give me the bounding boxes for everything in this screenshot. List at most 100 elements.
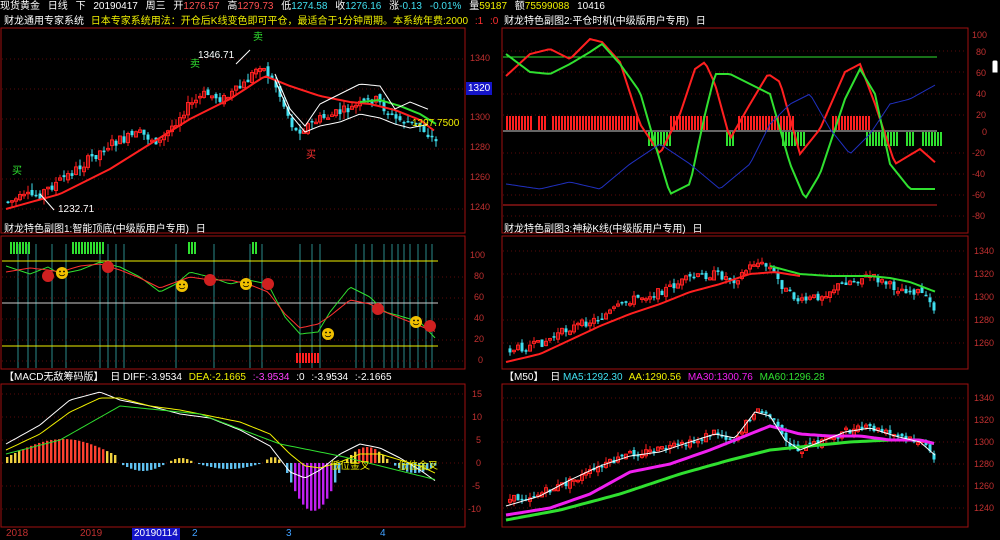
macd-histogram-bar xyxy=(258,463,261,465)
smile-eye xyxy=(417,319,419,322)
sub2-red-bar xyxy=(750,116,752,130)
sub1-green-bar xyxy=(19,242,21,254)
ma30-value: MA30:1300.76 xyxy=(687,372,753,383)
macd-histogram-bar xyxy=(82,441,85,463)
candle-body xyxy=(684,444,688,447)
macd-histogram-bar xyxy=(306,463,309,509)
macd-histogram-bar xyxy=(302,463,305,505)
macd-chart-svg[interactable] xyxy=(0,370,500,528)
ma-title-icon[interactable]: 日 xyxy=(550,372,560,383)
macd-histogram-bar xyxy=(210,463,213,467)
macd-histogram-bar xyxy=(254,463,257,466)
macd-histogram-bar xyxy=(322,463,325,505)
macd-histogram-bar xyxy=(206,463,209,467)
sub2-red-bar xyxy=(606,116,608,130)
ma-y-label: 1260 xyxy=(974,481,995,491)
sub3-title-row: 财龙特色副图3:神秘K线(中级版用户专用) 日 xyxy=(504,224,706,236)
macd-histogram-bar xyxy=(134,463,137,470)
macd-histogram-bar xyxy=(66,439,69,463)
sub1-green-bar xyxy=(194,242,196,254)
volume-value: 量59187 xyxy=(469,1,508,12)
sub2-y-label: 100 xyxy=(972,30,988,40)
sub1-title-icon[interactable]: 日 xyxy=(196,224,206,235)
sub1-chart-svg[interactable] xyxy=(0,222,500,370)
sub2-red-bar xyxy=(685,116,687,130)
sub2-red-bar xyxy=(512,116,514,130)
macd-histogram-bar xyxy=(102,449,105,463)
sub2-chart-svg[interactable] xyxy=(500,14,1000,234)
sub2-y-label: 80 xyxy=(976,47,987,57)
sub3-chart-svg[interactable] xyxy=(500,222,1000,370)
low-price-annotation: 1232.71 xyxy=(58,204,95,215)
sub3-y-label: 1280 xyxy=(974,315,995,325)
instrument-name[interactable]: 现货黄金 xyxy=(0,1,40,12)
sub2-green-bar xyxy=(791,132,793,146)
candle-body xyxy=(142,129,146,135)
candle-body xyxy=(884,281,888,285)
sub2-red-bar xyxy=(783,116,785,130)
macd-histogram-bar xyxy=(186,459,189,463)
sub3-mystery-kline-panel[interactable]: 财龙特色副图3:神秘K线(中级版用户专用) 日 1340 1320 1300 1… xyxy=(500,222,1000,370)
sub2-red-bar xyxy=(759,116,761,130)
main-title: 财龙通用专家系统 xyxy=(4,16,84,27)
macd-histogram-bar xyxy=(30,445,33,463)
candle-body xyxy=(700,439,704,441)
ma-panel[interactable]: 【M50】 日 MA5:1292.30 AA:1290.56 MA30:1300… xyxy=(500,370,1000,528)
candle-body xyxy=(366,98,370,100)
sub1-smart-top-bottom-panel[interactable]: 财龙特色副图1:智能顶底(中级版用户专用) 日 100 80 60 40 20 … xyxy=(0,222,500,370)
sub2-title-icon[interactable]: 日 xyxy=(696,16,706,27)
macd-histogram-bar xyxy=(202,463,205,466)
sub2-red-bar xyxy=(600,116,602,130)
sub2-green-bar xyxy=(875,132,877,146)
candle-body xyxy=(330,114,334,117)
candle-body xyxy=(246,79,250,83)
sub2-red-bar xyxy=(579,116,581,130)
date-axis[interactable]: 2018 2019 20190114 2 3 4 xyxy=(0,528,1000,540)
ma-y-label: 1340 xyxy=(974,393,995,403)
macd-histogram-bar xyxy=(22,449,25,463)
macd-panel[interactable]: 【MACD无敌筹码版】 日 DIFF:-3.9534 DEA:-2.1665 :… xyxy=(0,370,500,528)
sub2-green-bar xyxy=(800,132,802,146)
macd-y-label: 10 xyxy=(472,412,483,422)
sub3-candles xyxy=(508,257,936,356)
sub1-green-bar xyxy=(72,242,74,254)
period-label[interactable]: 日线 xyxy=(48,1,68,12)
candle-body xyxy=(78,165,82,170)
sub2-green-bar xyxy=(896,132,898,146)
macd-golden-cross-tag-2: 低位金叉 xyxy=(398,461,438,472)
smile-eye xyxy=(413,319,415,322)
sub3-red-line xyxy=(505,271,801,363)
buy-signal-2: 买 xyxy=(306,150,316,161)
sub2-red-bar xyxy=(515,116,517,130)
candle-body xyxy=(764,411,768,414)
sub2-red-bar xyxy=(624,116,626,130)
sub1-green-bar xyxy=(13,242,15,254)
main-param1: :1 xyxy=(474,16,484,27)
candle-body xyxy=(844,282,848,285)
macd-histogram-bar xyxy=(274,457,277,463)
sub2-red-bar xyxy=(847,116,849,130)
macd-histogram-bar xyxy=(110,453,113,463)
candle-body xyxy=(716,270,720,272)
candle-body xyxy=(888,429,892,434)
macd-histogram-bar xyxy=(114,455,117,463)
sell-signal-2: 卖 xyxy=(190,59,200,70)
sub1-title: 财龙特色副图1:智能顶底(中级版用户专用) xyxy=(4,224,189,235)
sub3-title-icon[interactable]: 日 xyxy=(692,224,702,235)
candle-body xyxy=(928,297,932,303)
main-chart-panel[interactable]: 财龙通用专家系统 日本专家系统用法：开仓后K线变色即可平仓，最适合于1分钟周期。… xyxy=(0,14,500,234)
ma-chart-svg[interactable] xyxy=(500,370,1000,528)
sub1-green-bar xyxy=(81,242,83,254)
sub2-green-bar xyxy=(925,132,927,146)
macd-histogram-bar xyxy=(374,449,377,463)
macd-title-icon[interactable]: 日 xyxy=(110,372,120,383)
candle-body xyxy=(600,318,604,320)
sub2-exit-timing-panel[interactable]: 财龙特色副图2:平仓时机(中级版用户专用) 日 100 80 60 40 20 … xyxy=(500,14,1000,234)
sub2-red-bar xyxy=(844,116,846,130)
macd-y-label: 0 xyxy=(476,458,482,468)
candle-body xyxy=(114,140,118,146)
sub1-y-label: 80 xyxy=(474,271,485,281)
sub2-red-bar xyxy=(615,116,617,130)
quote-weekday: 周三 xyxy=(145,1,166,12)
candle-body xyxy=(386,113,390,115)
